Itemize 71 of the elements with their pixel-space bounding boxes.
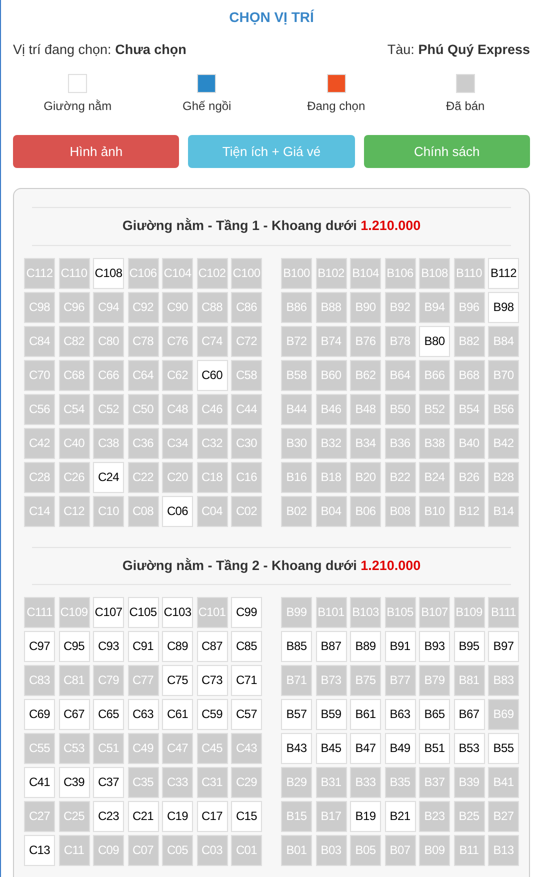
seat[interactable]: C99 xyxy=(231,596,262,628)
seat[interactable]: B112 xyxy=(488,258,519,288)
seat[interactable]: B19 xyxy=(350,800,381,832)
seat[interactable]: B53 xyxy=(454,732,484,764)
legend-label: Ghế ngồi xyxy=(182,98,232,116)
seat[interactable]: C37 xyxy=(93,766,124,798)
seat[interactable]: C39 xyxy=(58,766,90,798)
seat[interactable]: C63 xyxy=(128,698,158,730)
seat[interactable]: B95 xyxy=(454,630,484,662)
seat[interactable]: B65 xyxy=(419,698,450,730)
seat[interactable]: C23 xyxy=(93,800,124,832)
seat[interactable]: B21 xyxy=(384,800,416,832)
seat[interactable]: B98 xyxy=(488,292,519,322)
seat[interactable]: C108 xyxy=(93,258,124,288)
seat[interactable]: C87 xyxy=(196,630,228,662)
seat[interactable]: B43 xyxy=(281,732,312,764)
seat[interactable]: C85 xyxy=(231,630,262,662)
seat[interactable]: B57 xyxy=(281,698,312,730)
action-button[interactable]: Tiện ích + Giá vé xyxy=(188,135,355,168)
page-title: CHỌN VỊ TRÍ xyxy=(228,8,316,27)
seat[interactable]: C41 xyxy=(24,766,55,798)
seat[interactable]: C60 xyxy=(196,360,228,390)
seat[interactable]: B61 xyxy=(350,698,381,730)
seat[interactable]: C19 xyxy=(162,800,193,832)
seat[interactable]: B51 xyxy=(419,732,450,764)
seat[interactable]: C91 xyxy=(128,630,158,662)
seat[interactable]: B89 xyxy=(350,630,381,662)
seat[interactable]: B47 xyxy=(350,732,381,764)
seat[interactable]: B55 xyxy=(488,732,519,764)
seat[interactable]: B93 xyxy=(419,630,450,662)
seat[interactable]: C97 xyxy=(24,630,55,662)
seat[interactable]: C06 xyxy=(162,496,193,526)
seat[interactable]: C61 xyxy=(162,698,193,730)
seat[interactable]: C93 xyxy=(93,630,124,662)
seat[interactable]: C73 xyxy=(196,664,228,696)
seat[interactable]: C71 xyxy=(231,664,262,696)
seat[interactable]: C24 xyxy=(93,462,124,492)
seat[interactable]: C21 xyxy=(128,800,158,832)
seat[interactable]: C67 xyxy=(58,698,90,730)
deck-title: Giường nằm - Tầng 2 - Khoang dưới 1.210.000 xyxy=(122,556,421,575)
seat[interactable]: B63 xyxy=(384,698,416,730)
seat[interactable]: C105 xyxy=(128,596,158,628)
action-button[interactable]: Hình ảnh xyxy=(13,135,180,168)
seat[interactable]: B80 xyxy=(419,326,450,356)
seat[interactable]: B67 xyxy=(454,698,484,730)
seat[interactable]: C13 xyxy=(24,834,55,866)
seat[interactable]: C17 xyxy=(196,800,228,832)
seat[interactable]: B97 xyxy=(488,630,519,662)
seat[interactable]: C65 xyxy=(93,698,124,730)
seat[interactable]: B49 xyxy=(384,732,416,764)
ship-name-text: Tàu: Phú Quý Express xyxy=(387,41,530,59)
seat[interactable]: C15 xyxy=(231,800,262,832)
action-button[interactable]: Chính sách xyxy=(364,135,530,168)
seat[interactable]: C103 xyxy=(162,596,193,628)
seat[interactable]: C107 xyxy=(93,596,124,628)
seat[interactable]: C95 xyxy=(58,630,90,662)
legend-label: Đã bán xyxy=(446,98,485,116)
seat[interactable]: C59 xyxy=(196,698,228,730)
seat[interactable]: C69 xyxy=(24,698,55,730)
legend-label: Đang chọn xyxy=(307,98,366,116)
seat[interactable]: B45 xyxy=(316,732,346,764)
seat[interactable]: B87 xyxy=(316,630,346,662)
legend-label: Giường nằm xyxy=(44,98,112,116)
seat[interactable]: C89 xyxy=(162,630,193,662)
deck-title: Giường nằm - Tầng 1 - Khoang dưới 1.210.000 xyxy=(122,217,421,236)
seat[interactable]: B91 xyxy=(384,630,416,662)
selected-position-text: Vị trí đang chọn: Chưa chọn xyxy=(13,41,186,59)
seat[interactable]: B85 xyxy=(281,630,312,662)
seat[interactable]: C57 xyxy=(231,698,262,730)
seat[interactable]: C75 xyxy=(162,664,193,696)
seat[interactable]: B59 xyxy=(316,698,346,730)
